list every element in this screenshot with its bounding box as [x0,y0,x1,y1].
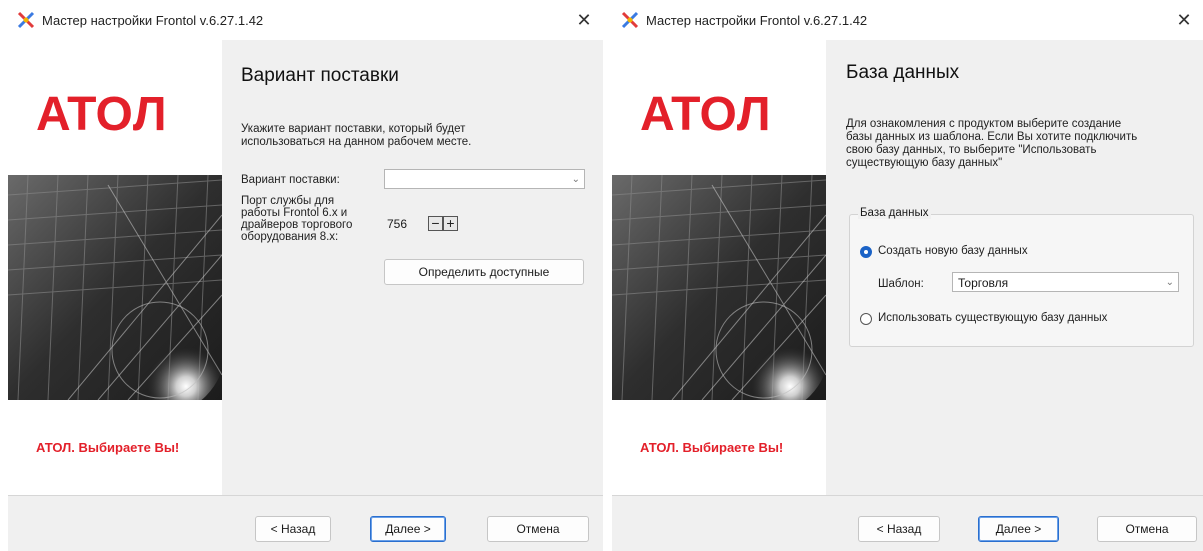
branding-panel: ATOЛ АТОЛ. Выбираете Вы! [8,40,222,495]
wizard-content: ATOЛ [8,40,603,495]
description-line-2: базы данных из шаблона. Если Вы хотите п… [846,131,1138,143]
database-groupbox: База данных Создать новую базу данных Ша… [849,207,1194,347]
wizard-footer: < Назад Далее > Отмена [8,496,603,551]
wizard-window-database: Мастер настройки Frontol v.6.27.1.42 ✕ A… [612,0,1203,551]
window-title: Мастер настройки Frontol v.6.27.1.42 [42,12,264,28]
page-title: База данных [846,62,960,83]
supply-label: Вариант поставки: [241,174,340,186]
port-input[interactable]: 756 [387,217,407,231]
close-icon[interactable]: ✕ [571,8,597,32]
back-button[interactable]: < Назад [255,516,331,542]
description-line-3: свою базу данных, то выберите "Использов… [846,144,1097,156]
window-title: Мастер настройки Frontol v.6.27.1.42 [646,12,868,28]
detect-available-button[interactable]: Определить доступные [384,259,584,285]
title-bar[interactable]: Мастер настройки Frontol v.6.27.1.42 ✕ [612,0,1203,40]
radio-icon[interactable] [860,246,872,258]
slogan: АТОЛ. Выбираете Вы! [640,440,784,455]
plus-icon[interactable]: + [443,216,458,231]
radio-icon[interactable] [860,313,872,325]
keyboard-globe-art [612,175,826,400]
branding-panel: ATOЛ АТОЛ. Выбираете Вы! [612,40,826,495]
title-bar[interactable]: Мастер настройки Frontol v.6.27.1.42 ✕ [8,0,603,40]
minus-icon[interactable]: − [428,216,443,231]
description-line-1: Для ознакомления с продуктом выберите со… [846,118,1122,130]
cancel-button[interactable]: Отмена [1097,516,1197,542]
supply-select[interactable]: ⌄ [384,169,585,189]
wizard-content: ATOЛ [612,40,1203,495]
wizard-window-supply: Мастер настройки Frontol v.6.27.1.42 ✕ A… [8,0,603,551]
atol-logo-text: ATOЛ [640,90,771,134]
radio-existing-label[interactable]: Использовать существующую базу данных [878,312,1107,325]
next-button[interactable]: Далее > [370,516,446,542]
page-title: Вариант поставки [241,65,399,86]
template-select[interactable]: Торговля ⌄ [952,272,1179,292]
slogan: АТОЛ. Выбираете Вы! [36,440,180,455]
description-line-1: Укажите вариант поставки, который будет [241,123,466,135]
back-button[interactable]: < Назад [858,516,940,542]
next-button[interactable]: Далее > [978,516,1059,542]
description-line-2: использоваться на данном рабочем месте. [241,136,472,148]
group-title: База данных [858,207,931,219]
atol-logo: ATOЛ [36,90,167,134]
cancel-button[interactable]: Отмена [487,516,589,542]
chevron-down-icon: ⌄ [1165,277,1174,288]
atol-logo: ATOЛ [640,90,771,134]
frontol-app-icon [16,10,36,30]
radio-create-label[interactable]: Создать новую базу данных [878,245,1028,258]
close-icon[interactable]: ✕ [1171,8,1197,32]
template-label: Шаблон: [878,278,924,290]
port-label-line-4: оборудования 8.x: [241,231,339,243]
atol-logo-text: ATOЛ [36,90,167,134]
frontol-app-icon [620,10,640,30]
description-line-4: существующую базу данных" [846,157,1003,169]
chevron-down-icon: ⌄ [571,174,580,185]
wizard-footer: < Назад Далее > Отмена [612,496,1203,551]
keyboard-globe-art [8,175,222,400]
template-select-value: Торговля [958,276,1009,290]
screenshot-gap [603,0,612,551]
